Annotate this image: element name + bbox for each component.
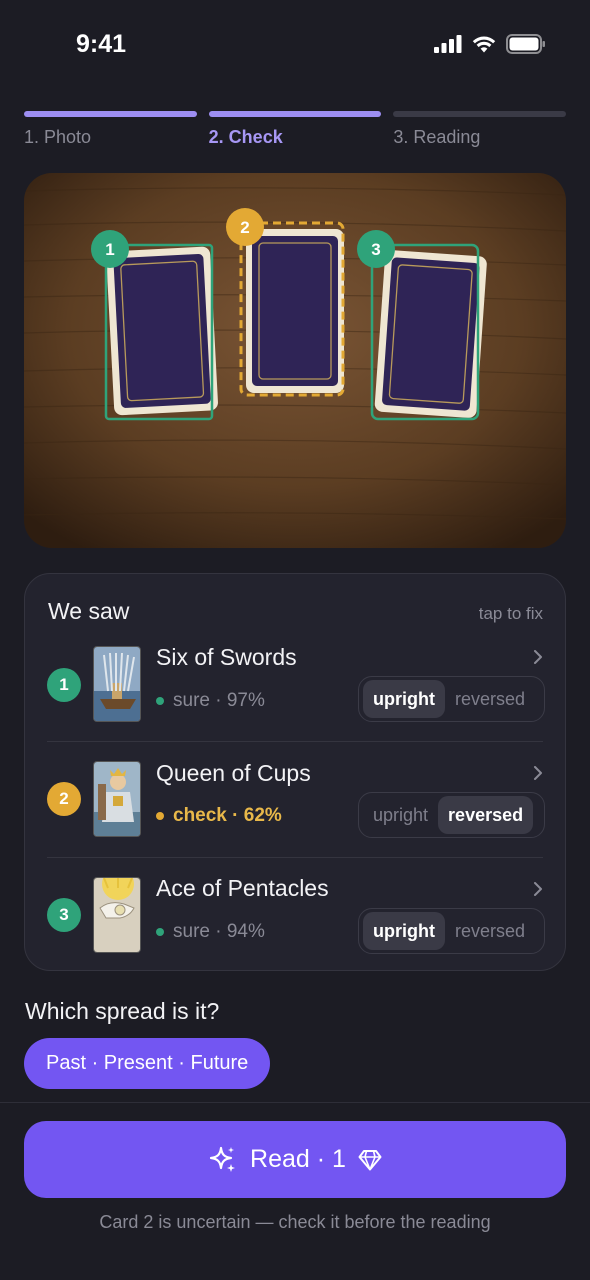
status-bar: 9:41 [0,0,590,90]
number-badge: 1 [47,668,81,702]
reversed-option[interactable]: reversed [438,796,534,834]
confidence-label: check · 62% [156,805,282,827]
wifi-icon [472,36,496,53]
sparkle-icon [209,1146,236,1172]
orientation-toggle: upright reversed [358,792,545,838]
svg-text:3: 3 [371,240,380,259]
confidence-label: sure · 94% [156,921,265,943]
status-dot [156,928,164,936]
detected-cards-panel: We saw tap to fix 1 Six of Swords sure ·… [24,573,566,971]
panel-hint: tap to fix [478,604,543,623]
number-badge: 3 [47,898,81,932]
orientation-toggle: upright reversed [358,676,545,722]
confidence-text: check · 62% [173,805,282,826]
chevron-right-icon[interactable] [531,650,545,664]
status-icons [434,34,546,54]
card-photo: 1 2 3 [24,173,566,548]
footer-divider [0,1102,590,1103]
cellular-signal-icon [434,35,462,53]
card-name: Queen of Cups [156,760,311,786]
step-bar [208,111,382,117]
photo-image: 1 2 3 [24,173,566,548]
confidence-text: sure · 97% [173,690,265,711]
number-badge: 2 [47,782,81,816]
ace-of-pentacles-thumbnail [93,877,141,953]
card-name: Ace of Pentacles [156,875,329,901]
gem-icon [358,1149,382,1170]
spread-option-past-present-future[interactable]: Past · Present · Future [24,1038,271,1089]
upright-option[interactable]: upright [363,912,445,950]
confidence-label: sure · 97% [156,690,265,712]
step-reading: 3. Reading [393,111,567,148]
orientation-toggle: upright reversed [358,908,545,954]
upright-option[interactable]: upright [363,796,438,834]
uncertainty-footnote: Card 2 is uncertain — check it before th… [99,1212,491,1232]
status-time: 9:41 [76,30,127,58]
step-bar [393,111,567,117]
queen-of-cups-thumbnail [93,761,141,837]
progress-steps: 1. Photo 2. Check 3. Reading [24,111,567,148]
card-name: Six of Swords [156,644,297,670]
reversed-option[interactable]: reversed [445,680,535,718]
six-of-swords-thumbnail [93,646,141,722]
svg-text:2: 2 [240,218,249,237]
battery-icon [506,34,545,54]
card-row-3[interactable]: 3 Ace of Pentacles sure · 94% upright re… [25,858,567,974]
reversed-option[interactable]: reversed [445,912,535,950]
step-label: 3. Reading [393,127,481,147]
svg-text:1: 1 [105,240,114,259]
step-photo[interactable]: 1. Photo [24,111,197,148]
step-label: 1. Photo [24,127,92,147]
card-row-1[interactable]: 1 Six of Swords sure · 97% upright rever… [25,626,567,742]
chevron-right-icon[interactable] [531,882,545,896]
card-row-2[interactable]: 2 Queen of Cups check · 62% upright reve… [25,742,567,858]
upright-option[interactable]: upright [363,680,445,718]
status-dot [156,697,164,705]
spread-question: Which spread is it? [25,998,220,1024]
step-bar [24,111,197,117]
read-button[interactable]: Read · 1 [24,1121,566,1198]
step-label: 2. Check [208,127,283,147]
read-button-label: Read · 1 [250,1145,346,1173]
chevron-right-icon[interactable] [531,766,545,780]
step-check[interactable]: 2. Check [208,111,382,148]
panel-title: We saw [48,598,130,624]
confidence-text: sure · 94% [173,921,265,942]
status-dot [156,812,164,820]
